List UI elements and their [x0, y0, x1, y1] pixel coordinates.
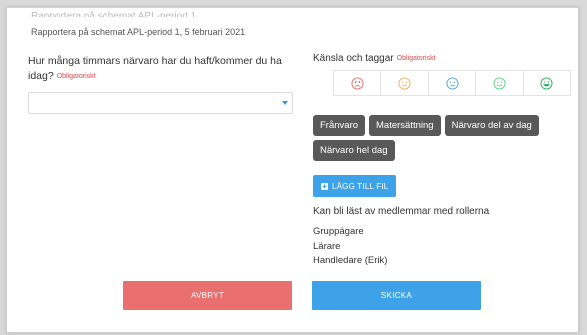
very-happy-face-icon	[540, 76, 553, 90]
role-item: Handledare (Erik)	[313, 255, 388, 266]
tag-franvaro[interactable]: Frånvaro	[313, 115, 366, 136]
cancel-button[interactable]: AVBRYT	[123, 281, 292, 310]
plus-square-icon: +	[321, 181, 328, 191]
feelings-label-text: Känsla och taggar	[313, 53, 394, 64]
tag-matersattning[interactable]: Matersättning	[369, 115, 441, 136]
mood-option-calm[interactable]	[427, 71, 475, 95]
tag-narvaro-hel-dag[interactable]: Närvaro hel dag	[313, 140, 395, 161]
role-item: Gruppägare	[313, 226, 364, 237]
feelings-label: Känsla och taggar Obligatoriskt	[313, 53, 436, 64]
very-sad-face-icon	[351, 76, 364, 90]
report-dialog: Rapportera på schemat APL-period 1 Rappo…	[6, 7, 579, 333]
dialog-subtitle: Rapportera på schemat APL-period 1, 5 fe…	[31, 27, 246, 37]
role-list: Gruppägare Lärare Handledare (Erik)	[313, 225, 387, 269]
add-file-button[interactable]: + LÄGG TILL FIL	[313, 175, 397, 197]
hours-required-badge: Obligatoriskt	[56, 73, 96, 80]
visibility-label: Kan bli läst av medlemmar med rollerna	[313, 206, 490, 217]
role-item: Lärare	[313, 240, 341, 252]
calm-face-icon	[445, 76, 459, 90]
neutral-face-icon	[398, 76, 411, 90]
mood-option-happy[interactable]	[475, 71, 522, 95]
add-file-label: LÄGG TILL FIL	[332, 181, 389, 191]
mood-selector	[333, 70, 572, 96]
mood-option-neutral[interactable]	[380, 71, 427, 95]
hours-select[interactable]	[28, 92, 293, 114]
send-button[interactable]: SKICKA	[312, 281, 481, 310]
tag-narvaro-del-av-dag[interactable]: Närvaro del av dag	[444, 115, 539, 136]
dialog-title-clipped: Rapportera på schemat APL-period 1	[31, 11, 197, 17]
feelings-required-badge: Obligatoriskt	[396, 55, 436, 62]
hours-question: Hur många timmars närvaro har du haft/ko…	[28, 54, 308, 84]
mood-option-very-happy[interactable]	[522, 71, 572, 95]
tag-list: Frånvaro Matersättning Närvaro del av da…	[313, 115, 575, 161]
caret-down-icon	[282, 101, 288, 105]
mood-option-very-sad[interactable]	[333, 71, 380, 95]
happy-face-icon	[493, 76, 506, 90]
